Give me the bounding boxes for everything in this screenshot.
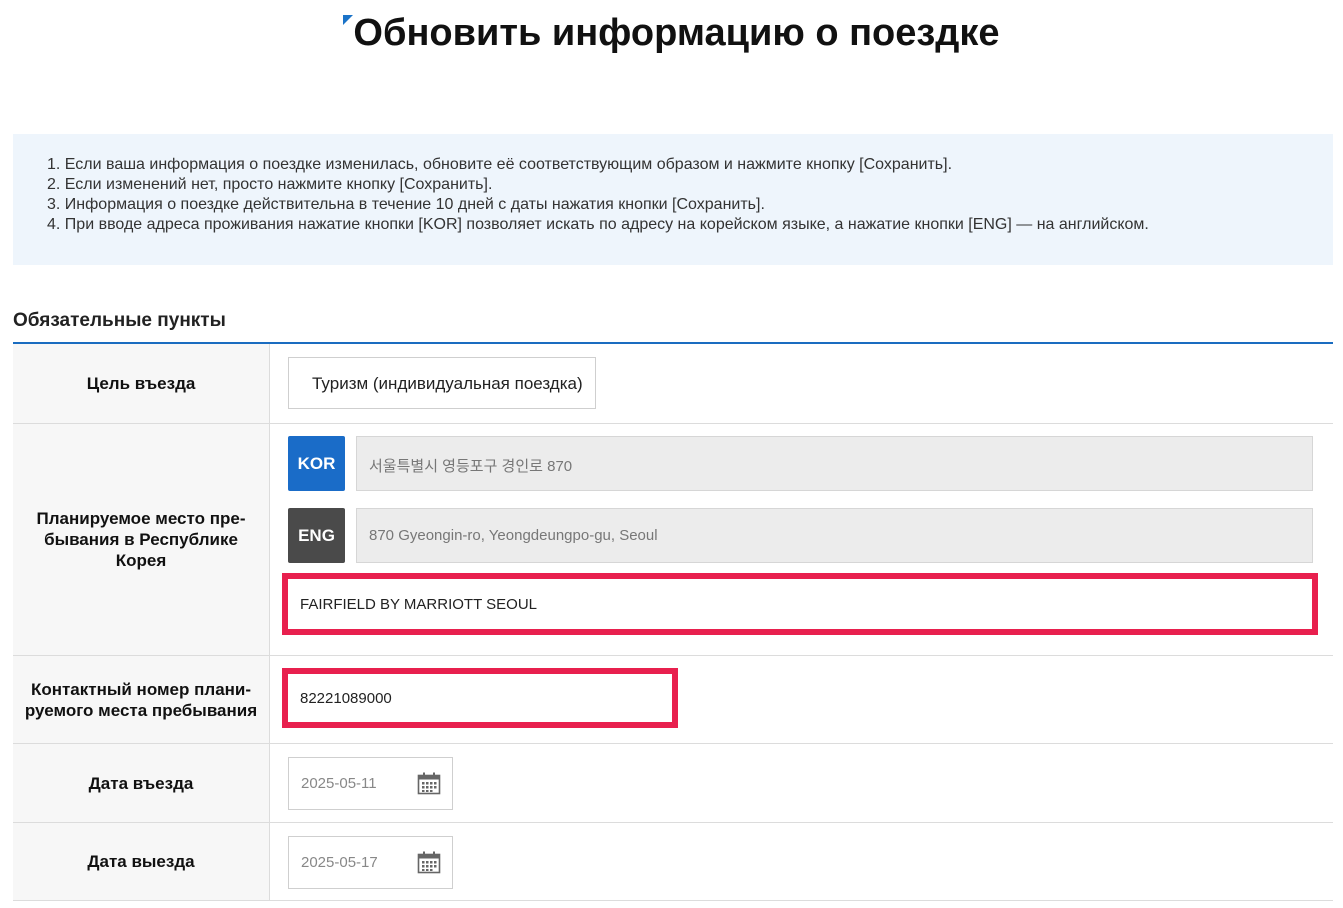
exit-date-field[interactable]: 2025-05-17 (288, 836, 453, 889)
purpose-label: Цель въезда (13, 344, 270, 423)
page-title: Обновить информацию о поездке (0, 12, 1343, 55)
row-exit-date: Дата выезда 2025-05-17 (13, 823, 1333, 901)
notice-item: 2. Если изменений нет, просто нажмите кн… (47, 176, 493, 193)
notice-item: 3. Информация о поездке действительна в … (47, 196, 765, 213)
kor-search-button[interactable]: KOR (288, 436, 345, 491)
row-phone: Контактный номер плани-руемого места пре… (13, 656, 1333, 744)
phone-input[interactable]: 82221089000 (282, 668, 678, 728)
required-form-table: Цель въезда Туризм (индивидуальная поезд… (13, 342, 1333, 901)
purpose-select[interactable]: Туризм (индивидуальная поездка) (288, 357, 596, 409)
entry-date-field[interactable]: 2025-05-11 (288, 757, 453, 810)
notice-list: 1. Если ваша информация о поездке измени… (47, 155, 1333, 235)
title-corner-mark (343, 15, 354, 25)
eng-address-field[interactable]: 870 Gyeongin-ro, Yeongdeungpo-gu, Seoul (356, 508, 1313, 563)
notice-item: 4. При вводе адреса проживания нажатие к… (47, 216, 1149, 233)
page-title-text: Обновить информацию о поездке (353, 12, 1000, 54)
exit-date-value: 2025-05-17 (301, 854, 378, 871)
eng-search-button[interactable]: ENG (288, 508, 345, 563)
section-title: Обязательные пункты (13, 310, 226, 331)
row-purpose: Цель въезда Туризм (индивидуальная поезд… (13, 344, 1333, 424)
calendar-icon[interactable] (417, 772, 441, 795)
calendar-icon[interactable] (417, 851, 441, 874)
notice-item: 1. Если ваша информация о поездке измени… (47, 156, 953, 173)
entry-date-label: Дата въезда (13, 744, 270, 822)
entry-date-value: 2025-05-11 (301, 775, 377, 792)
stay-label: Планируемое место пре-бывания в Республи… (13, 424, 270, 655)
row-entry-date: Дата въезда 2025-05-11 (13, 744, 1333, 823)
detail-address-input[interactable]: FAIRFIELD BY MARRIOTT SEOUL (282, 573, 1318, 635)
row-stay: Планируемое место пре-бывания в Республи… (13, 424, 1333, 656)
kor-address-field[interactable]: 서울특별시 영등포구 경인로 870 (356, 436, 1313, 491)
phone-label: Контактный номер плани-руемого места пре… (13, 656, 270, 743)
notice-box: 1. Если ваша информация о поездке измени… (13, 134, 1333, 265)
exit-date-label: Дата выезда (13, 823, 270, 900)
